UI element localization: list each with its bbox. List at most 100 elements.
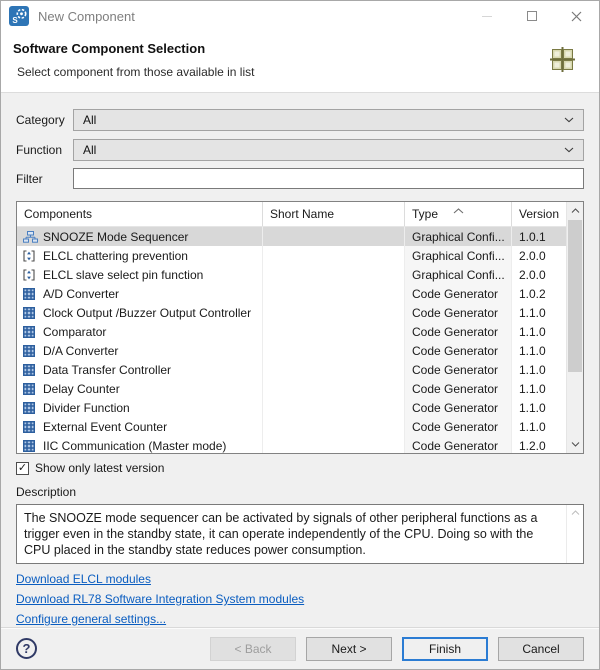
component-short-name	[263, 417, 405, 436]
category-value: All	[83, 113, 96, 127]
scroll-up-button[interactable]	[567, 202, 583, 219]
description-scrollbar[interactable]	[566, 505, 583, 563]
content-area: Category All Function All Filter Compone…	[1, 93, 599, 627]
component-type: Code Generator	[405, 284, 512, 303]
chevron-down-icon	[571, 442, 580, 447]
minimize-button[interactable]	[464, 1, 509, 31]
show-latest-checkbox[interactable]: ✓	[16, 462, 29, 475]
function-value: All	[83, 143, 96, 157]
component-name: IIC Communication (Master mode)	[43, 439, 226, 453]
component-short-name	[263, 360, 405, 379]
component-version: 1.1.0	[512, 417, 573, 436]
table-scrollbar[interactable]	[566, 202, 583, 453]
window-title: New Component	[38, 9, 464, 24]
component-name: ELCL chattering prevention	[43, 249, 188, 263]
table-row[interactable]: ComparatorCode Generator1.1.0	[17, 322, 583, 341]
component-short-name	[263, 398, 405, 417]
finish-button[interactable]: Finish	[402, 637, 488, 661]
grid-icon	[23, 420, 38, 433]
grid-icon	[23, 306, 38, 319]
component-type: Code Generator	[405, 398, 512, 417]
close-icon	[571, 11, 582, 22]
component-name: Comparator	[43, 325, 106, 339]
title-bar: S New Component	[1, 1, 599, 31]
close-button[interactable]	[554, 1, 599, 31]
scroll-thumb[interactable]	[568, 220, 582, 372]
component-short-name	[263, 303, 405, 322]
page-title: Software Component Selection	[13, 41, 584, 56]
elcl-icon	[23, 249, 38, 262]
component-name: D/A Converter	[43, 344, 118, 358]
component-type: Code Generator	[405, 436, 512, 454]
component-short-name	[263, 436, 405, 454]
component-version: 1.1.0	[512, 360, 573, 379]
component-type: Code Generator	[405, 379, 512, 398]
component-version: 1.1.0	[512, 303, 573, 322]
component-type: Code Generator	[405, 303, 512, 322]
component-name: SNOOZE Mode Sequencer	[43, 230, 188, 244]
button-bar: ? < Back Next > Finish Cancel	[1, 627, 599, 669]
grid-icon	[23, 325, 38, 338]
column-header-components[interactable]: Components	[17, 202, 263, 226]
component-type: Code Generator	[405, 417, 512, 436]
download-rl78-modules-link[interactable]: Download RL78 Software Integration Syste…	[16, 592, 304, 606]
table-row[interactable]: ELCL slave select pin functionGraphical …	[17, 265, 583, 284]
column-header-version[interactable]: Version	[512, 202, 573, 226]
component-type: Code Generator	[405, 341, 512, 360]
column-header-short-name[interactable]: Short Name	[263, 202, 405, 226]
cancel-button[interactable]: Cancel	[498, 637, 584, 661]
component-short-name	[263, 379, 405, 398]
component-short-name	[263, 265, 405, 284]
table-row[interactable]: Data Transfer ControllerCode Generator1.…	[17, 360, 583, 379]
table-row[interactable]: SNOOZE Mode SequencerGraphical Confi...1…	[17, 227, 583, 246]
component-name: Delay Counter	[43, 382, 120, 396]
help-button[interactable]: ?	[16, 638, 37, 659]
column-header-type[interactable]: Type	[405, 202, 512, 226]
component-version: 1.0.2	[512, 284, 573, 303]
next-button[interactable]: Next >	[306, 637, 392, 661]
table-row[interactable]: External Event Counter Code Generator1.1.…	[17, 417, 583, 436]
component-name: Divider Function	[43, 401, 130, 415]
category-select[interactable]: All	[73, 109, 584, 131]
component-name: External Event Counter	[43, 420, 167, 434]
configure-general-settings-link[interactable]: Configure general settings...	[16, 612, 166, 626]
table-row[interactable]: Divider FunctionCode Generator1.1.0	[17, 398, 583, 417]
maximize-icon	[527, 11, 537, 21]
component-version: 1.1.0	[512, 341, 573, 360]
maximize-button[interactable]	[509, 1, 554, 31]
component-version: 2.0.0	[512, 246, 573, 265]
component-name: Clock Output /Buzzer Output Controller	[43, 306, 251, 320]
table-row[interactable]: A/D ConverterCode Generator1.0.2	[17, 284, 583, 303]
description-text: The SNOOZE mode sequencer can be activat…	[24, 511, 537, 557]
chevron-up-icon	[571, 510, 580, 515]
table-row[interactable]: IIC Communication (Master mode) Code Gene…	[17, 436, 583, 454]
grid-icon	[23, 439, 38, 452]
back-button[interactable]: < Back	[210, 637, 296, 661]
grid-icon	[23, 287, 38, 300]
table-row[interactable]: Delay Counter Code Generator1.1.0	[17, 379, 583, 398]
sequencer-icon	[23, 230, 38, 243]
table-row[interactable]: ELCL chattering preventionGraphical Conf…	[17, 246, 583, 265]
function-label: Function	[16, 143, 73, 157]
links-section: Download ELCL modules Download RL78 Soft…	[16, 572, 584, 626]
component-icon	[550, 47, 575, 77]
component-short-name	[263, 322, 405, 341]
chevron-down-icon	[564, 117, 574, 123]
grid-icon	[23, 344, 38, 357]
download-elcl-modules-link[interactable]: Download ELCL modules	[16, 572, 151, 586]
elcl-icon	[23, 268, 38, 281]
wizard-header: Software Component Selection Select comp…	[1, 31, 599, 93]
grid-icon	[23, 363, 38, 376]
component-version: 1.1.0	[512, 379, 573, 398]
minimize-icon	[482, 16, 492, 17]
svg-text:S: S	[12, 16, 18, 25]
chevron-up-icon	[571, 208, 580, 213]
sort-ascending-icon	[453, 203, 464, 217]
function-select[interactable]: All	[73, 139, 584, 161]
table-row[interactable]: D/A Converter Code Generator1.1.0	[17, 341, 583, 360]
show-latest-version-option[interactable]: ✓ Show only latest version	[16, 460, 584, 476]
scroll-down-button[interactable]	[567, 436, 583, 453]
filter-input[interactable]	[73, 168, 584, 189]
table-row[interactable]: Clock Output /Buzzer Output Controller Co…	[17, 303, 583, 322]
category-label: Category	[16, 113, 73, 127]
